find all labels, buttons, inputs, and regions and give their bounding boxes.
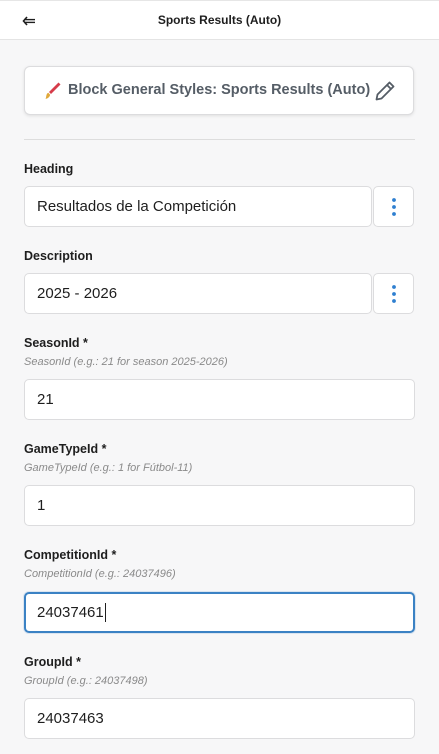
edit-block-styles-button[interactable] (373, 79, 397, 103)
season-id-value: 21 (37, 391, 54, 408)
kebab-vertical-icon (391, 197, 396, 216)
description-label: Description (24, 249, 93, 263)
competition-id-input[interactable]: 24037461 (24, 592, 415, 633)
panel-title: Sports Results (Auto) (157, 13, 282, 27)
block-card-title: Block General Styles: Sports Results (Au… (68, 82, 371, 98)
heading-label: Heading (24, 162, 74, 176)
game-type-id-value: 1 (37, 497, 46, 514)
competition-id-help: CompetitionId (e.g.: 24037496) (24, 568, 176, 580)
paintbrush-icon (45, 82, 61, 99)
game-type-id-help: GameTypeId (e.g.: 1 for Fútbol-11) (24, 462, 193, 474)
competition-id-value: 24037461 (37, 604, 104, 621)
heading-options-button[interactable] (373, 186, 414, 227)
top-bar: Sports Results (Auto) (0, 0, 439, 40)
season-id-help: SeasonId (e.g.: 21 for season 2025-2026) (24, 356, 228, 368)
season-id-label: SeasonId * (24, 336, 88, 350)
group-id-label: GroupId * (24, 655, 81, 669)
group-id-value: 24037463 (37, 710, 104, 727)
heading-input[interactable]: Resultados de la Competición (24, 186, 372, 227)
pencil-icon (375, 81, 395, 101)
description-input[interactable]: 2025 - 2026 (24, 273, 372, 314)
block-general-styles-card[interactable]: Block General Styles: Sports Results (Au… (24, 66, 414, 115)
game-type-id-input[interactable]: 1 (24, 485, 415, 526)
text-caret (104, 603, 106, 622)
kebab-vertical-icon (391, 284, 396, 303)
description-value: 2025 - 2026 (37, 285, 118, 302)
group-id-help: GroupId (e.g.: 24037498) (24, 675, 148, 687)
group-id-input[interactable]: 24037463 (24, 698, 415, 739)
game-type-id-label: GameTypeId * (24, 442, 107, 456)
heading-value: Resultados de la Competición (37, 198, 237, 215)
description-options-button[interactable] (373, 273, 414, 314)
section-divider (24, 139, 415, 140)
competition-id-label: CompetitionId * (24, 548, 117, 562)
season-id-input[interactable]: 21 (24, 379, 415, 420)
